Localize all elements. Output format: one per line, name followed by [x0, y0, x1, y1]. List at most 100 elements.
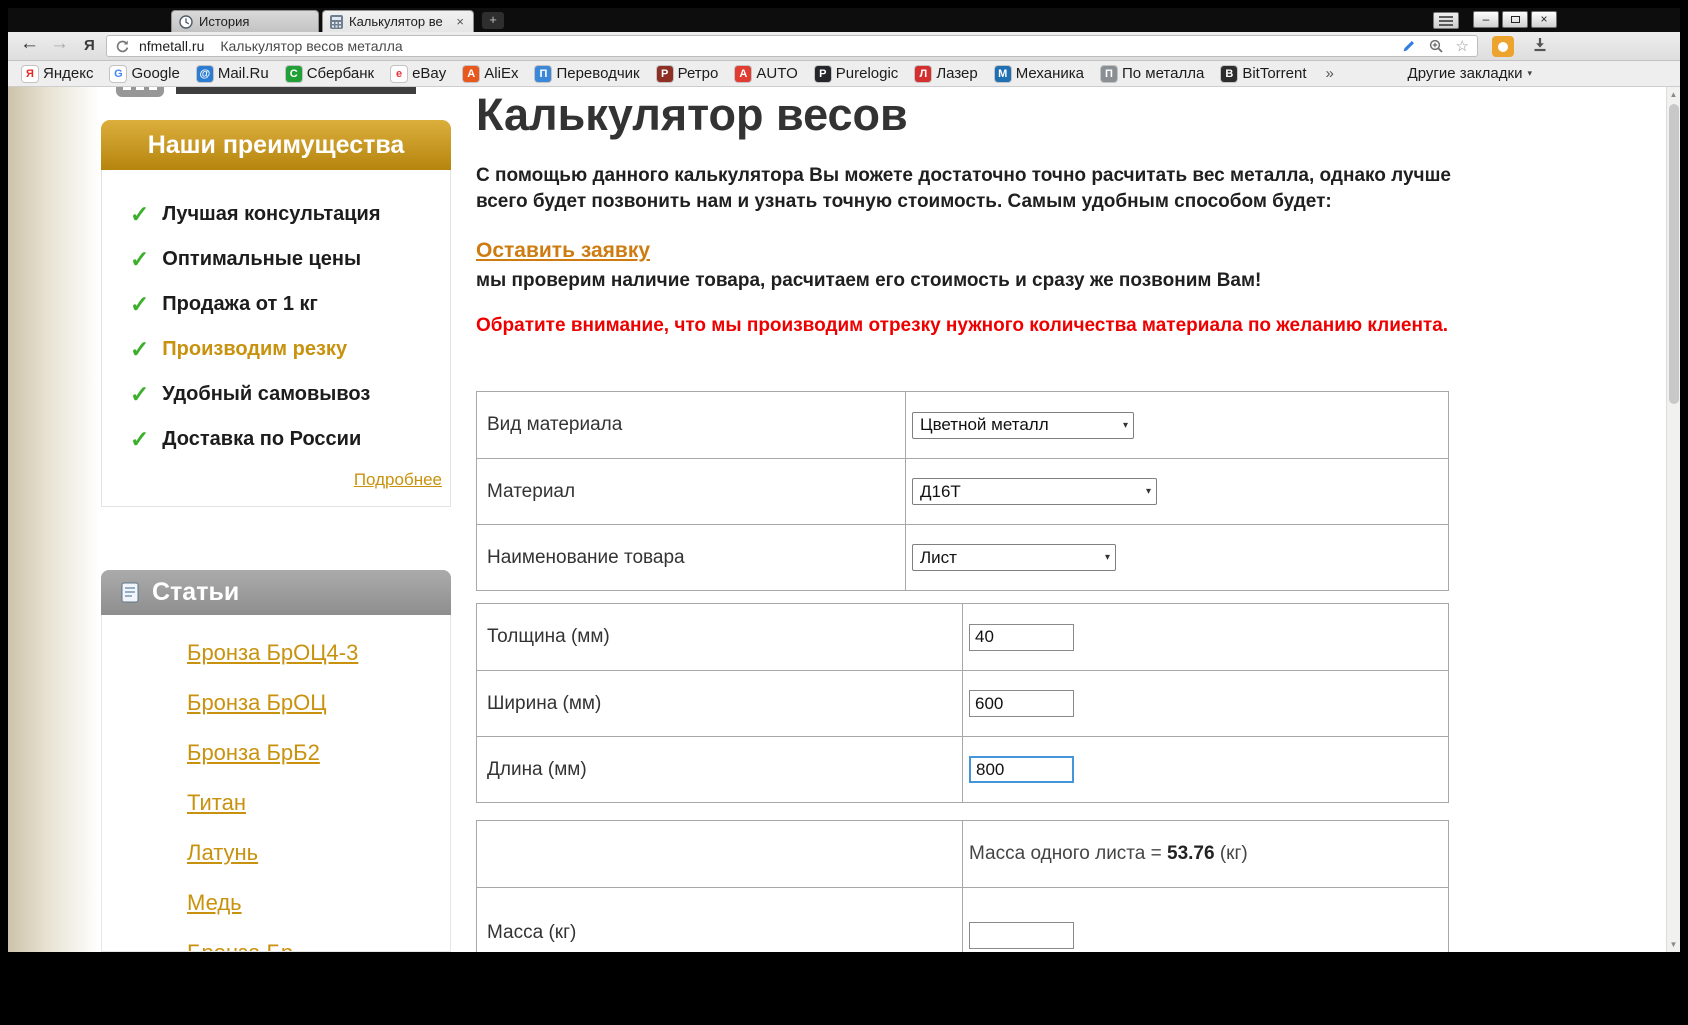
downloads-icon[interactable] — [1532, 37, 1548, 58]
bookmark-bittorrent[interactable]: B BitTorrent — [1221, 65, 1307, 82]
articles-title: Статьи — [152, 578, 240, 606]
select-value: Цветной металл — [920, 415, 1049, 434]
address-bar[interactable]: nfmetall.ru Калькулятор весов металла ☆ — [106, 35, 1478, 57]
bookmark-purelogic[interactable]: P Purelogic — [814, 65, 898, 82]
bookmark-po-metallam[interactable]: П По металла — [1100, 65, 1204, 82]
length-input[interactable] — [969, 756, 1074, 783]
scrollbar-thumb[interactable] — [1669, 104, 1679, 404]
bookmark-label: BitTorrent — [1242, 65, 1307, 82]
other-bookmarks-button[interactable]: Другие закладки ▾ — [1408, 65, 1532, 82]
advantage-text: Доставка по России — [162, 428, 362, 450]
calculator-content: Калькулятор весов С помощью данного каль… — [476, 87, 1451, 952]
bookmark-yandex[interactable]: Я Яндекс — [22, 65, 93, 82]
form-cell-label: Толщина (мм) — [477, 604, 963, 670]
form-row: Ширина (мм) — [477, 670, 1448, 736]
warning-text: Обратите внимание, что мы производим отр… — [476, 315, 1449, 336]
article-link[interactable]: Бронза БрОЦ4-3 — [187, 641, 450, 665]
article-link[interactable]: Медь — [187, 891, 450, 915]
articles-header: Статьи — [101, 570, 451, 615]
bookmark-translator[interactable]: П Переводчик — [535, 65, 640, 82]
scrollbar[interactable]: ▲ ▼ — [1666, 87, 1680, 952]
bookmark-retro[interactable]: Р Ретро — [656, 65, 718, 82]
advantage-item: ✓ Оптимальные цены — [102, 237, 450, 282]
chevron-down-icon: ▾ — [1145, 486, 1151, 497]
minimize-button[interactable]: – — [1473, 11, 1499, 28]
address-bar-actions: ☆ — [1402, 36, 1469, 56]
select-value: Д16Т — [920, 481, 961, 501]
tab-close-icon[interactable]: × — [454, 14, 466, 29]
scroll-down-arrow[interactable]: ▼ — [1667, 937, 1680, 952]
material-type-select[interactable]: Цветной металл ▾ — [912, 411, 1134, 439]
bookmark-aliexpress[interactable]: A AliEx — [463, 65, 518, 82]
new-tab-button[interactable]: + — [482, 12, 504, 29]
field-label: Ширина (мм) — [487, 692, 602, 714]
bookmark-laser[interactable]: Л Лазер — [915, 65, 978, 82]
browser-window: Ответить • Ста История Калькулятор ве × … — [8, 8, 1680, 952]
bookmark-label: Лазер — [936, 65, 978, 82]
tab-calculator[interactable]: Калькулятор ве × — [322, 10, 474, 32]
bookmark-mechanics[interactable]: М Механика — [994, 65, 1084, 82]
request-link[interactable]: Оставить заявку — [476, 239, 650, 263]
bookmark-sberbank[interactable]: С Сбербанк — [285, 65, 375, 82]
field-label: Вид материала — [487, 414, 623, 435]
advantages-list: ✓ Лучшая консультация ✓ Оптимальные цены… — [101, 170, 451, 507]
article-link[interactable]: Титан — [187, 791, 450, 815]
yandex-badge[interactable]: Я — [84, 37, 95, 54]
tab-bar: Ответить • Ста История Калькулятор ве × … — [8, 8, 1680, 334]
tab-history[interactable]: История — [171, 10, 319, 32]
forward-button[interactable]: → — [50, 33, 69, 55]
more-link[interactable]: Подробнее — [354, 470, 442, 489]
bookmarks-overflow-chevron[interactable]: » — [1326, 65, 1334, 82]
advantage-item: ✓ Лучшая консультация — [102, 192, 450, 237]
mass-input[interactable] — [969, 922, 1074, 949]
product-select[interactable]: Лист ▾ — [912, 544, 1116, 571]
translator-favicon-icon: П — [535, 65, 552, 82]
maximize-button[interactable] — [1502, 11, 1528, 28]
advisor-extension-icon[interactable] — [1492, 36, 1514, 57]
mass-result: Масса одного листа = 53.76 (кг) — [969, 843, 1248, 865]
bookmark-label: Сбербанк — [306, 65, 375, 82]
thickness-input[interactable] — [969, 623, 1074, 651]
bookmark-auto[interactable]: A AUTO — [735, 65, 798, 82]
edit-pencil-icon[interactable] — [1402, 39, 1416, 53]
form-cell-control — [963, 604, 1448, 670]
check-icon: ✓ — [130, 336, 150, 362]
scroll-up-arrow[interactable]: ▲ — [1667, 87, 1680, 102]
bookmark-label: Механика — [1015, 65, 1084, 82]
advantage-item: ✓ Продажа от 1 кг — [102, 282, 450, 327]
bookmark-ebay[interactable]: e eBay — [391, 65, 446, 82]
zoom-icon[interactable] — [1429, 39, 1443, 53]
width-input[interactable] — [969, 690, 1074, 717]
article-link-partial[interactable]: Бронза Бр — [187, 941, 450, 952]
bittorrent-favicon-icon: B — [1221, 65, 1238, 82]
bookmark-google[interactable]: G Google — [110, 65, 180, 82]
material-select[interactable]: Д16Т ▾ — [912, 478, 1157, 505]
result-table: Масса одного листа = 53.76 (кг) Масса (к… — [476, 820, 1449, 952]
tab-list-button[interactable] — [1433, 12, 1459, 29]
back-button[interactable]: ← — [20, 33, 39, 55]
article-link[interactable]: Латунь — [187, 841, 450, 865]
form-cell-label: Масса (кг) — [477, 888, 963, 952]
address-toolbar: ← → Я nfmetall.ru Калькулятор весов мета… — [8, 32, 1680, 61]
dimensions-table: Толщина (мм) Ширина (мм) Д — [476, 603, 1449, 803]
bookmark-label: Яндекс — [43, 65, 94, 82]
bookmarks-bar: Я Яндекс G Google @ Mail.Ru С Сбербанк e… — [8, 61, 1680, 87]
request-note: мы проверим наличие товара, расчитаем ег… — [476, 270, 1262, 291]
page-viewport: Наши преимущества ✓ Лучшая консультация … — [8, 87, 1680, 952]
mass-prefix: Масса одного листа = — [969, 843, 1168, 864]
reload-icon[interactable] — [115, 39, 130, 54]
bookmark-mailru[interactable]: @ Mail.Ru — [196, 65, 269, 82]
maximize-icon — [1510, 16, 1520, 23]
window-controls: – × — [1473, 11, 1557, 28]
article-link[interactable]: Бронза БрБ2 — [187, 741, 450, 765]
bookmark-star-icon[interactable]: ☆ — [1456, 39, 1469, 54]
material-table: Вид материала Цветной металл ▾ Материал — [476, 391, 1449, 591]
bookmark-label: Переводчик — [556, 65, 640, 82]
article-link[interactable]: Бронза БрОЦ — [187, 691, 450, 715]
bookmark-label: AliEx — [484, 65, 519, 82]
bookmark-label: eBay — [412, 65, 447, 82]
google-favicon-icon: G — [110, 65, 127, 82]
intro-text: С помощью данного калькулятора Вы можете… — [476, 165, 1451, 212]
field-label: Толщина (мм) — [487, 626, 610, 647]
close-button[interactable]: × — [1531, 11, 1557, 28]
